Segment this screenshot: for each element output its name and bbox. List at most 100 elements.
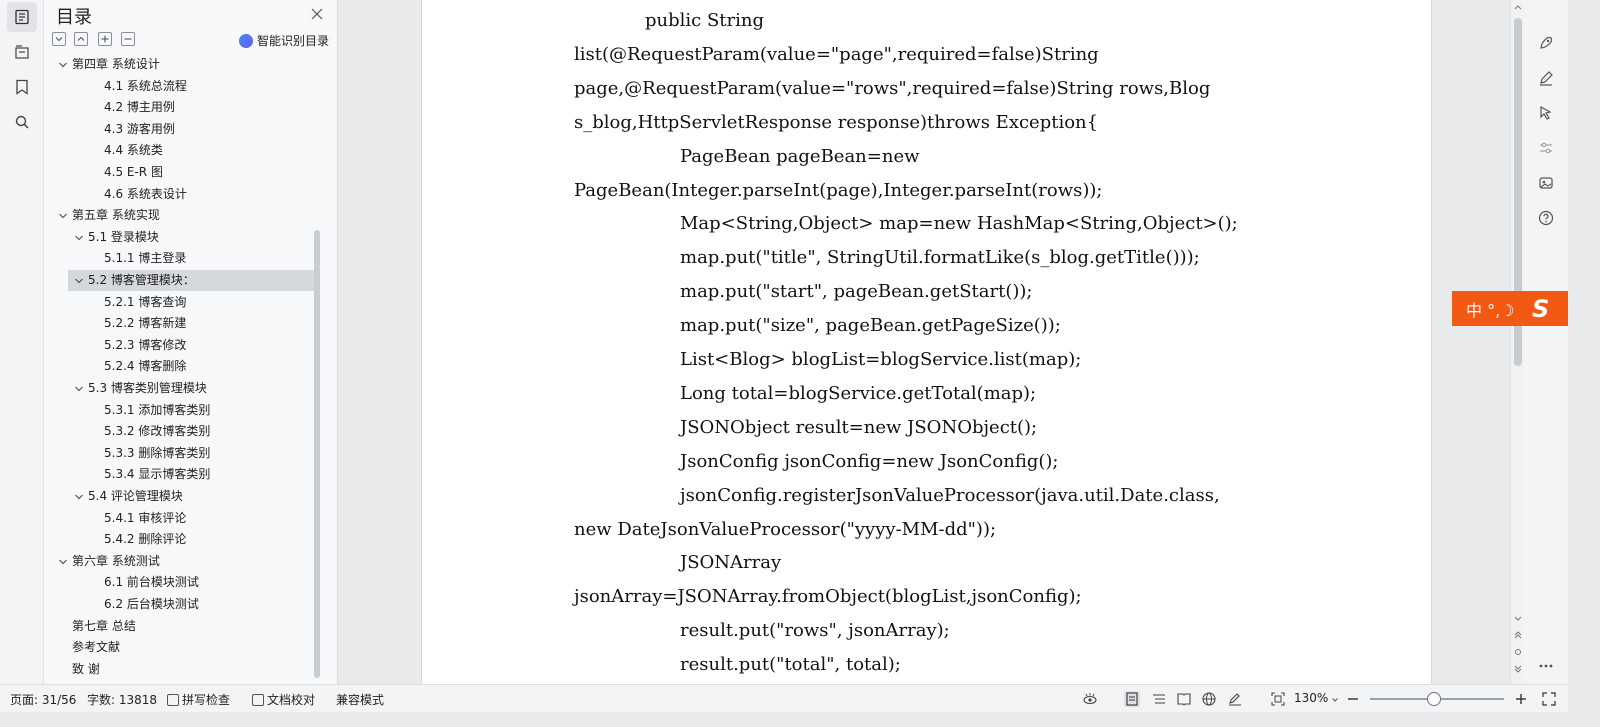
toc-item-selected[interactable]: 5.2 博客管理模块： (68, 270, 314, 291)
navigation-pane-icon[interactable] (7, 37, 37, 67)
toc-item-label: 5.2 博客管理模块： (88, 273, 195, 287)
chevron-down-icon[interactable] (74, 384, 84, 394)
web-view-icon[interactable] (1201, 691, 1217, 707)
code-line: result.put("total", total); (680, 654, 901, 676)
toc-item[interactable]: 5.4.2 删除评论 (68, 529, 314, 550)
document-scrollbar[interactable] (1510, 0, 1524, 684)
page-view-icon[interactable] (1124, 691, 1140, 707)
rocket-icon[interactable] (1536, 33, 1556, 53)
toc-item[interactable]: 5.3.3 删除博客类别 (68, 443, 314, 464)
page-counter[interactable]: 页面: 31/56 (10, 691, 76, 708)
toc-item[interactable]: 5.2.4 博客删除 (68, 356, 314, 377)
chevron-down-icon[interactable] (74, 492, 84, 502)
toc-item[interactable]: 5.3.1 添加博客类别 (68, 400, 314, 421)
chevron-down-icon[interactable] (74, 233, 84, 243)
code-line: jsonConfig.registerJsonValueProcessor(ja… (680, 484, 1220, 506)
toc-item[interactable]: 4.1 系统总流程 (68, 76, 314, 97)
eye-protection-icon[interactable] (1082, 691, 1098, 707)
bookmark-icon[interactable] (7, 72, 37, 102)
select-browse-object-icon[interactable] (1514, 648, 1522, 656)
ime-toolbar[interactable]: 中 °,☽ S (1452, 291, 1568, 326)
zoom-in-icon[interactable] (1513, 691, 1529, 707)
chevron-down-icon[interactable] (58, 557, 68, 567)
document-page[interactable]: public String list(@RequestParam(value="p… (421, 0, 1432, 684)
code-line: PageBean(Integer.parseInt(page),Integer.… (574, 179, 1103, 201)
toc-item[interactable]: 6.1 前台模块测试 (68, 572, 314, 593)
toc-item-label: 4.6 系统表设计 (104, 186, 187, 201)
fit-page-icon[interactable] (1270, 691, 1286, 707)
code-line: result.put("rows", jsonArray); (680, 620, 950, 642)
toc-item[interactable]: 5.2.1 博客查询 (68, 292, 314, 313)
word-count[interactable]: 字数: 13818 (87, 691, 157, 708)
pen-icon[interactable] (1536, 68, 1556, 88)
toc-item[interactable]: 5.4 评论管理模块 (68, 486, 314, 507)
code-line: jsonArray=JSONArray.fromObject(blogList,… (574, 586, 1082, 608)
zoom-slider-handle[interactable] (1427, 692, 1442, 706)
code-line: page,@RequestParam(value="rows",required… (574, 77, 1211, 99)
toc-item[interactable]: 5.3.4 显示博客类别 (68, 464, 314, 485)
prev-page-icon[interactable] (1514, 630, 1522, 640)
fullscreen-icon[interactable] (1541, 691, 1557, 707)
help-icon[interactable] (1536, 208, 1556, 228)
toc-item-label: 第五章 系统实现 (72, 208, 160, 223)
remove-heading-icon[interactable] (121, 32, 135, 46)
toc-item[interactable]: 5.2.3 博客修改 (68, 335, 314, 356)
toc-item[interactable]: 第四章 系统设计 (59, 58, 314, 75)
toc-item-label: 5.2.2 博客新建 (104, 316, 187, 331)
zoom-level[interactable]: 130% (1294, 691, 1328, 705)
code-line: map.put("title", StringUtil.formatLike(s… (680, 247, 1200, 269)
toc-item[interactable]: 第七章 总结 (68, 616, 314, 637)
toc-item-label: 5.1 登录模块 (88, 229, 159, 244)
toc-item[interactable]: 5.3 博客类别管理模块 (68, 378, 314, 399)
reading-view-icon[interactable] (1176, 691, 1192, 707)
chevron-down-icon[interactable] (58, 211, 68, 221)
search-icon[interactable] (7, 107, 37, 137)
toc-item[interactable]: 4.2 博主用例 (68, 97, 314, 118)
chevron-down-icon[interactable] (1332, 698, 1338, 702)
toc-item[interactable]: 参考文献 (68, 637, 314, 658)
toc-item[interactable]: 6.2 后台模块测试 (68, 594, 314, 615)
toc-item[interactable]: 5.1.1 博主登录 (68, 248, 314, 269)
chevron-down-icon[interactable] (58, 60, 68, 70)
expand-all-icon[interactable] (52, 32, 66, 46)
add-heading-icon[interactable] (98, 32, 112, 46)
code-line: public String (645, 10, 764, 31)
next-page-icon[interactable] (1514, 664, 1522, 674)
scroll-down-icon[interactable] (1514, 614, 1522, 622)
collapse-all-icon[interactable] (74, 32, 88, 46)
toc-item-label: 5.2.1 博客查询 (104, 294, 187, 309)
toc-item[interactable]: 5.1 登录模块 (68, 227, 314, 248)
more-icon[interactable] (1536, 656, 1556, 676)
chevron-down-icon[interactable] (74, 276, 84, 286)
toc-item-label: 4.5 E-R 图 (104, 165, 163, 179)
close-icon[interactable] (311, 5, 327, 21)
scroll-up-icon[interactable] (1514, 4, 1522, 12)
toc-item[interactable]: 5.4.1 审核评论 (68, 508, 314, 529)
toc-item[interactable]: 4.6 系统表设计 (68, 184, 314, 205)
toc-item[interactable]: 4.3 游客用例 (68, 119, 314, 140)
smart-toc-button[interactable]: 智能识别目录 (238, 32, 329, 49)
toc-item-label: 5.4.2 删除评论 (104, 532, 187, 547)
outline-view-icon[interactable] (1151, 691, 1167, 707)
toc-item[interactable]: 第五章 系统实现 (59, 205, 314, 226)
code-line: map.put("start", pageBean.getStart()); (680, 281, 1033, 303)
write-mode-icon[interactable] (1227, 691, 1243, 707)
toc-panel-icon[interactable] (7, 2, 37, 32)
zoom-out-icon[interactable] (1345, 691, 1361, 707)
toc-item[interactable]: 4.4 系统类 (68, 140, 314, 161)
select-pointer-icon[interactable] (1536, 103, 1556, 123)
compat-mode-label: 兼容模式 (336, 693, 385, 707)
toc-scrollbar[interactable] (314, 230, 320, 678)
code-line: JSONArray (680, 552, 782, 574)
toc-item[interactable]: 5.3.2 修改博客类别 (68, 421, 314, 442)
toc-item[interactable]: 4.5 E-R 图 (68, 162, 314, 183)
toc-item[interactable]: 5.2.2 博客新建 (68, 313, 314, 334)
code-line: PageBean pageBean=new (680, 145, 920, 167)
spell-check-button[interactable]: 拼写检查 (167, 691, 230, 708)
toc-item[interactable]: 致 谢 (68, 659, 314, 680)
code-line: s_blog,HttpServletResponse response)thro… (574, 111, 1099, 133)
toc-item[interactable]: 第六章 系统测试 (59, 551, 314, 572)
adjust-sliders-icon[interactable] (1536, 138, 1556, 158)
proofread-button[interactable]: 文档校对 (252, 691, 315, 708)
image-tools-icon[interactable] (1536, 173, 1556, 193)
